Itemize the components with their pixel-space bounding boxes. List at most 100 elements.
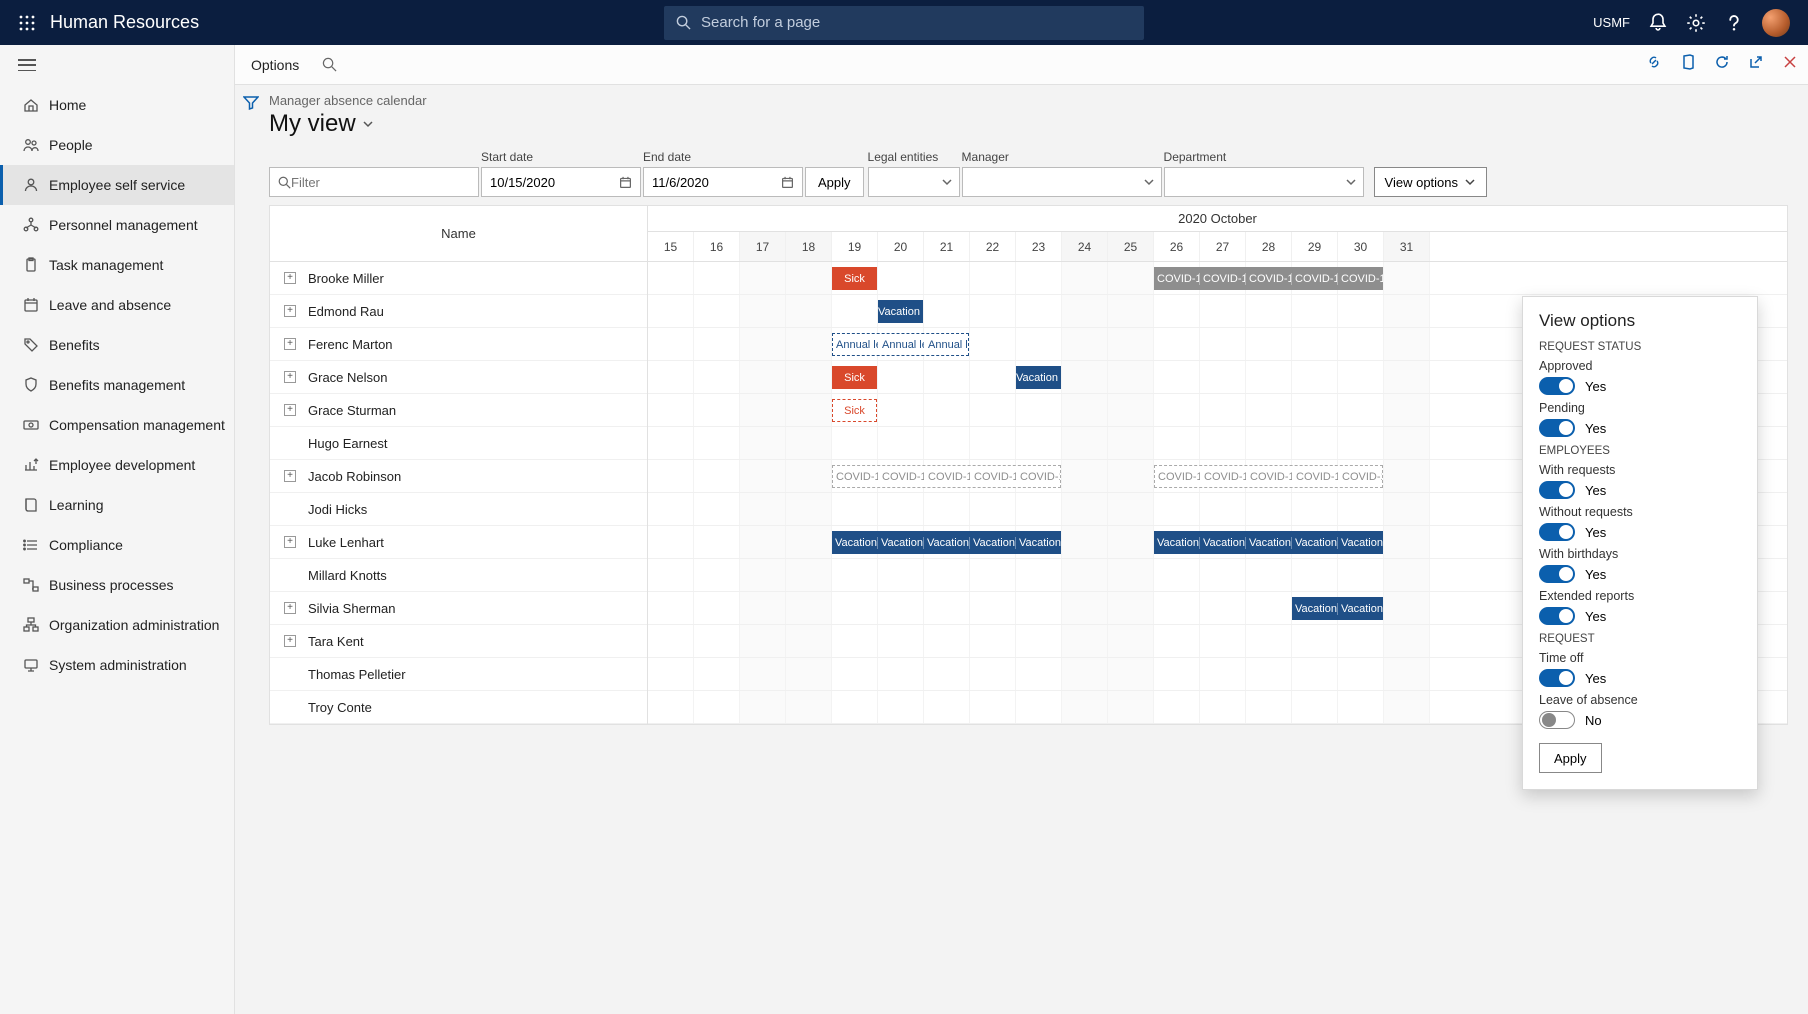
flow-icon xyxy=(19,577,43,593)
toggle-leave-of-absence[interactable] xyxy=(1539,711,1575,729)
day-header: 20 xyxy=(878,232,924,261)
view-options-popover: View options REQUEST STATUS Approved Yes… xyxy=(1522,296,1758,790)
nav-item-leave-and-absence[interactable]: Leave and absence xyxy=(0,285,234,325)
options-tab[interactable]: Options xyxy=(251,57,299,73)
app-title: Human Resources xyxy=(50,12,199,33)
toggle-approved[interactable] xyxy=(1539,377,1575,395)
nav-item-employee-development[interactable]: Employee development xyxy=(0,445,234,485)
day-header: 28 xyxy=(1246,232,1292,261)
nav-item-compensation-management[interactable]: Compensation management xyxy=(0,405,234,445)
search-box[interactable] xyxy=(664,6,1144,40)
popover-title: View options xyxy=(1539,311,1741,331)
nav-item-compliance[interactable]: Compliance xyxy=(0,525,234,565)
view-options-button[interactable]: View options xyxy=(1374,167,1487,197)
popover-apply-button[interactable]: Apply xyxy=(1539,743,1602,773)
absence-bar[interactable]: Sick xyxy=(832,399,877,422)
popout-icon[interactable] xyxy=(1748,54,1764,75)
apply-button[interactable]: Apply xyxy=(805,167,864,197)
expand-icon[interactable]: + xyxy=(284,404,296,416)
absence-bar[interactable]: VacationVacationVacationVacationVacation xyxy=(832,531,1061,554)
bell-icon[interactable] xyxy=(1648,13,1668,33)
nav-item-benefits[interactable]: Benefits xyxy=(0,325,234,365)
help-icon[interactable] xyxy=(1724,13,1744,33)
calendar-icon[interactable] xyxy=(619,176,632,189)
employee-row: +Brooke Miller xyxy=(270,262,647,295)
filter-pane-toggle[interactable] xyxy=(235,85,267,1014)
absence-bar[interactable]: Sick xyxy=(832,366,877,389)
nav-item-people[interactable]: People xyxy=(0,125,234,165)
absence-bar[interactable]: Vacation xyxy=(878,300,923,323)
expand-icon[interactable]: + xyxy=(284,338,296,350)
nav-item-business-processes[interactable]: Business processes xyxy=(0,565,234,605)
legal-entities-combo[interactable] xyxy=(868,167,960,197)
nav-item-personnel-management[interactable]: Personnel management xyxy=(0,205,234,245)
nav-item-organization-administration[interactable]: Organization administration xyxy=(0,605,234,645)
day-header: 22 xyxy=(970,232,1016,261)
waffle-icon[interactable] xyxy=(10,6,44,40)
nav-item-task-management[interactable]: Task management xyxy=(0,245,234,285)
expand-icon[interactable]: + xyxy=(284,470,296,482)
page-title: My view xyxy=(269,110,356,138)
breadcrumb: Manager absence calendar xyxy=(269,93,1788,108)
nav-item-system-administration[interactable]: System administration xyxy=(0,645,234,685)
absence-bar[interactable]: Vacation xyxy=(1016,366,1061,389)
start-date-input[interactable]: 10/15/2020 xyxy=(481,167,641,197)
search-input[interactable] xyxy=(701,14,1132,31)
top-bar: Human Resources USMF xyxy=(0,0,1808,45)
cmd-search-icon[interactable] xyxy=(319,55,339,75)
expand-icon[interactable]: + xyxy=(284,536,296,548)
shield-icon xyxy=(19,377,43,393)
absence-bar[interactable]: COVID-1COVID-1COVID-1COVID-1COVID-1 xyxy=(1154,465,1383,488)
list-icon xyxy=(19,537,43,553)
employee-row: +Jacob Robinson xyxy=(270,460,647,493)
toggle-pending[interactable] xyxy=(1539,419,1575,437)
absence-bar[interactable]: VacationVacationVacationVacationVacation xyxy=(1154,531,1383,554)
department-combo[interactable] xyxy=(1164,167,1364,197)
org-icon xyxy=(19,217,43,233)
toggle-extended-reports[interactable] xyxy=(1539,607,1575,625)
end-date-label: End date xyxy=(643,150,803,164)
office-icon[interactable] xyxy=(1680,54,1696,75)
command-bar: Options xyxy=(235,45,1808,85)
expand-icon[interactable]: + xyxy=(284,635,296,647)
end-date-input[interactable]: 11/6/2020 xyxy=(643,167,803,197)
absence-bar[interactable]: COVID-1COVID-1COVID-1COVID-1COVID-1 xyxy=(1154,267,1383,290)
manager-combo[interactable] xyxy=(962,167,1162,197)
filter-input[interactable] xyxy=(269,167,479,197)
calendar-row: Sick COVID-1COVID-1COVID-1COVID-1COVID-1 xyxy=(648,262,1787,295)
toggle-time-off[interactable] xyxy=(1539,669,1575,687)
absence-bar[interactable]: COVID-1COVID-1COVID-1COVID-1COVID-1 xyxy=(832,465,1061,488)
department-label: Department xyxy=(1164,150,1364,164)
toggle-without-requests[interactable] xyxy=(1539,523,1575,541)
view-switcher[interactable]: My view xyxy=(269,110,1788,138)
calendar-icon[interactable] xyxy=(781,176,794,189)
system-icon xyxy=(19,657,43,673)
absence-bar[interactable]: VacationVacation xyxy=(1292,597,1383,620)
nav-item-benefits-management[interactable]: Benefits management xyxy=(0,365,234,405)
nav-toggle[interactable] xyxy=(0,45,234,85)
refresh-icon[interactable] xyxy=(1714,54,1730,75)
day-header: 19 xyxy=(832,232,878,261)
nav-item-employee-self-service[interactable]: Employee self service xyxy=(0,165,234,205)
expand-icon[interactable]: + xyxy=(284,305,296,317)
expand-icon[interactable]: + xyxy=(284,602,296,614)
link-icon[interactable] xyxy=(1646,54,1662,75)
gear-icon[interactable] xyxy=(1686,13,1706,33)
close-icon[interactable] xyxy=(1782,54,1798,75)
day-header: 21 xyxy=(924,232,970,261)
legal-entity-label[interactable]: USMF xyxy=(1593,15,1630,30)
expand-icon[interactable]: + xyxy=(284,272,296,284)
absence-bar[interactable]: Annual leAnnual leAnnual le xyxy=(832,333,969,356)
toggle-with-requests[interactable] xyxy=(1539,481,1575,499)
absence-bar[interactable]: Sick xyxy=(832,267,877,290)
day-header: 17 xyxy=(740,232,786,261)
avatar[interactable] xyxy=(1762,9,1790,37)
toggle-with-birthdays[interactable] xyxy=(1539,565,1575,583)
month-header: 2020 October xyxy=(648,206,1787,232)
expand-icon[interactable]: + xyxy=(284,371,296,383)
day-header: 27 xyxy=(1200,232,1246,261)
day-header: 24 xyxy=(1062,232,1108,261)
nav-item-learning[interactable]: Learning xyxy=(0,485,234,525)
nav-item-home[interactable]: Home xyxy=(0,85,234,125)
chevron-down-icon xyxy=(1464,176,1476,188)
